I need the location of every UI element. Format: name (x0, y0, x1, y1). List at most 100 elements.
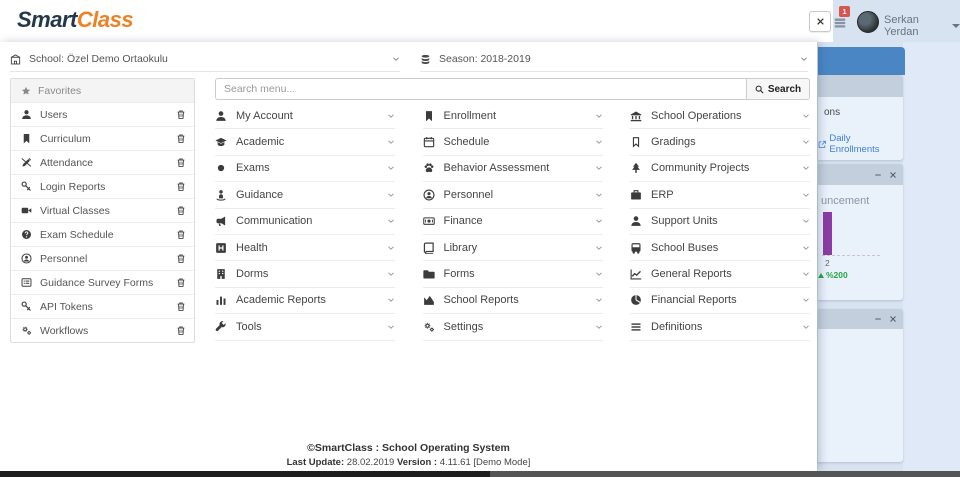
scrollbar-thumb[interactable] (0, 471, 490, 477)
trash-icon[interactable] (176, 253, 186, 264)
menu-item[interactable]: Personnel (422, 182, 603, 209)
user-menu[interactable]: Serkan Yerdan (884, 14, 960, 38)
minimize-icon[interactable] (874, 315, 882, 323)
chevron-down-icon (387, 164, 395, 172)
menu-item[interactable]: Exams (215, 156, 395, 183)
menu-item[interactable]: General Reports (630, 261, 810, 288)
menu-item[interactable]: Finance (422, 209, 603, 235)
menu-item-label: Guidance (236, 188, 284, 201)
menu-search-input[interactable] (216, 79, 746, 99)
chevron-down-icon (595, 296, 603, 304)
trash-icon[interactable] (176, 277, 186, 288)
chevron-down-icon (387, 244, 395, 252)
menu-item[interactable]: School Reports (422, 288, 603, 315)
close-menu-button[interactable] (809, 11, 831, 32)
menu-item[interactable]: Financial Reports (630, 288, 810, 315)
menu-item[interactable]: Community Projects (630, 156, 810, 183)
close-icon[interactable] (889, 171, 897, 179)
menu-item[interactable]: Health (215, 235, 395, 262)
guidance-icon (215, 189, 227, 201)
avatar[interactable] (857, 11, 879, 33)
menu-item[interactable]: Tools (215, 314, 395, 341)
background-page (903, 42, 960, 472)
chevron-down-icon (595, 112, 603, 120)
list-alt-icon (21, 277, 32, 288)
notifications-icon[interactable] (833, 16, 847, 30)
menu-item-label: Financial Reports (651, 294, 737, 307)
menu-item[interactable]: Guidance (215, 182, 395, 209)
trash-icon[interactable] (176, 181, 186, 192)
menu-item[interactable]: Forms (422, 261, 603, 288)
bank-icon (630, 110, 642, 122)
menu-item[interactable]: My Account (215, 103, 395, 130)
favorite-item[interactable]: Users (11, 102, 194, 126)
menu-item[interactable]: Support Units (630, 209, 810, 235)
season-select[interactable]: Season: 2018-2019 (420, 47, 808, 72)
favorite-item[interactable]: Login Reports (11, 174, 194, 198)
chevron-down-icon (387, 112, 395, 120)
menu-item-label: Behavior Assessment (443, 162, 550, 175)
menu-item[interactable]: Communication (215, 209, 395, 235)
user-name-label: Serkan Yerdan (884, 14, 919, 38)
tree-icon (630, 162, 642, 174)
main-menu-grid: My Account Enrollment School Operations … (215, 103, 810, 341)
chevron-down-icon (802, 323, 810, 331)
percent-change: %200 (818, 270, 848, 280)
school-select[interactable]: School: Özel Demo Ortaokulu (10, 47, 400, 72)
menu-item[interactable]: Library (422, 235, 603, 262)
search-button[interactable]: Search (746, 79, 809, 99)
menu-item[interactable]: Behavior Assessment (422, 156, 603, 183)
favorite-item[interactable]: Guidance Survey Forms (11, 270, 194, 294)
bookmark-icon (21, 133, 32, 144)
menu-item[interactable]: ERP (630, 182, 810, 209)
menu-item[interactable]: Gradings (630, 129, 810, 156)
favorite-item[interactable]: Attendance (11, 150, 194, 174)
favorite-item[interactable]: Curriculum (11, 126, 194, 150)
menu-item[interactable]: Dorms (215, 261, 395, 288)
bullhorn-icon (215, 215, 227, 227)
menu-item[interactable]: School Operations (630, 103, 810, 130)
favorites-panel: Favorites Users Curriculum Attendance Lo… (10, 78, 195, 343)
trash-icon[interactable] (176, 229, 186, 240)
menu-item-label: Settings (443, 320, 484, 333)
chevron-down-icon (595, 323, 603, 331)
favorite-item[interactable]: Exam Schedule (11, 222, 194, 246)
favorite-item[interactable]: API Tokens (11, 294, 194, 318)
menu-item-label: Academic (236, 136, 285, 149)
menu-item[interactable]: Schedule (422, 129, 603, 156)
minimize-icon[interactable] (874, 171, 882, 179)
favorite-item[interactable]: Workflows (11, 318, 194, 342)
menu-item[interactable]: Academic (215, 129, 395, 156)
trash-icon[interactable] (176, 157, 186, 168)
favorites-list: Users Curriculum Attendance Login Report… (11, 102, 194, 342)
daily-enrollments-link[interactable]: Daily Enrollments (818, 133, 898, 155)
chevron-down-icon (595, 270, 603, 278)
mini-bar-value: 2 (825, 258, 830, 268)
school-select-value: School: Özel Demo Ortaokulu (29, 53, 168, 65)
menu-item[interactable]: Definitions (630, 314, 810, 341)
menu-item[interactable]: School Buses (630, 235, 810, 262)
trash-icon[interactable] (176, 205, 186, 216)
bookmark-icon (423, 110, 435, 122)
favorite-item-label: Login Reports (40, 180, 106, 193)
horizontal-scrollbar[interactable] (0, 471, 960, 477)
chevron-down-icon (387, 270, 395, 278)
menu-item-label: Community Projects (651, 162, 750, 175)
trash-icon[interactable] (176, 325, 186, 336)
favorite-item-label: Personnel (40, 252, 88, 265)
chevron-down-icon (595, 138, 603, 146)
close-icon[interactable] (889, 315, 897, 323)
menu-item[interactable]: Settings (422, 314, 603, 341)
trash-icon[interactable] (176, 109, 186, 120)
trash-icon[interactable] (176, 301, 186, 312)
calendar-icon (423, 136, 435, 148)
menu-item[interactable]: Academic Reports (215, 288, 395, 315)
menu-item-label: Enrollment (443, 109, 497, 122)
favorite-item[interactable]: Personnel (11, 246, 194, 270)
trash-icon[interactable] (176, 133, 186, 144)
menu-item[interactable]: Enrollment (422, 103, 603, 130)
footer: ©SmartClass : School Operating System La… (0, 442, 817, 468)
favorite-item-label: Exam Schedule (40, 228, 114, 241)
favorite-item[interactable]: Virtual Classes (11, 198, 194, 222)
menu-item-label: Communication (236, 215, 313, 228)
